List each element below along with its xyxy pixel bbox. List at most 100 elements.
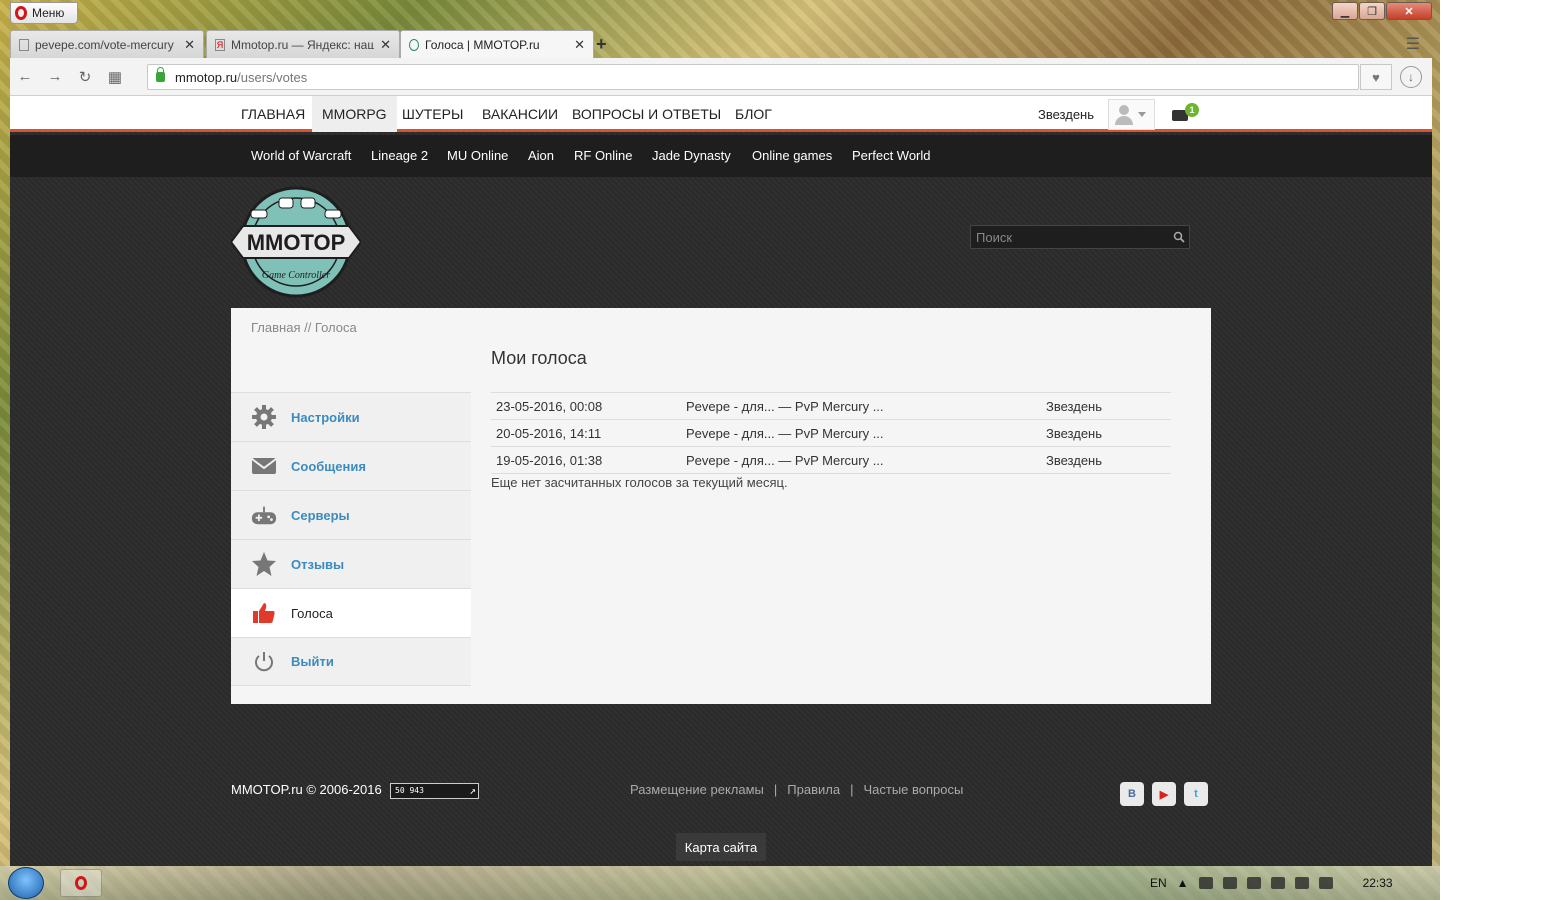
app-tray-icon[interactable]	[1222, 877, 1237, 889]
visitor-counter[interactable]: 50 943 ↗	[390, 783, 479, 799]
vote-server-link[interactable]: Pevepe - для... — PvP Mercury ...	[681, 446, 1041, 474]
nav-qa[interactable]: ВОПРОСЫ И ОТВЕТЫ	[562, 96, 731, 132]
footer-links: Размещение рекламы | Правила | Частые во…	[630, 782, 963, 797]
loading-icon	[409, 38, 419, 51]
search-icon[interactable]	[1169, 231, 1189, 243]
volume-icon[interactable]	[1318, 877, 1333, 889]
game-link-mu-online[interactable]: MU Online	[447, 135, 508, 177]
tray-expand-icon[interactable]: ▲	[1177, 876, 1189, 890]
page-viewport: ГЛАВНАЯ MMORPG ШУТЕРЫ ВАКАНСИИ ВОПРОСЫ И…	[10, 96, 1432, 866]
browser-window: Меню ▁ ❐ ✕ pevepe.com/vote-mercury ✕ Я M…	[10, 0, 1432, 866]
game-link-jade-dynasty[interactable]: Jade Dynasty	[652, 135, 731, 177]
sitemap-button[interactable]: Карта сайта	[676, 833, 766, 861]
footer-link-rules[interactable]: Правила	[787, 782, 840, 797]
address-bar[interactable]: mmotop.ru/users/votes	[147, 64, 1359, 90]
sidebar-item-label: Серверы	[291, 507, 350, 523]
system-tray: EN ▲ 22:33	[1150, 866, 1393, 900]
sidebar-item-logout[interactable]: Выйти	[231, 637, 471, 686]
mmotop-logo[interactable]: MMOTOP Game Controller	[231, 186, 361, 298]
opera-menu-button[interactable]: Меню	[10, 2, 78, 24]
username-link[interactable]: Звездень	[1038, 107, 1094, 122]
windows-taskbar: EN ▲ 22:33	[0, 866, 1440, 900]
flag-icon[interactable]	[1198, 877, 1213, 889]
sidebar-item-servers[interactable]: Серверы	[231, 490, 471, 539]
tab-label: Голоса | MMOTOP.ru	[425, 37, 540, 52]
game-link-wow[interactable]: World of Warcraft	[251, 135, 351, 177]
forward-icon[interactable]: →	[40, 68, 70, 85]
tab-close-icon[interactable]: ✕	[380, 37, 391, 53]
minimize-button[interactable]: ▁	[1332, 2, 1358, 20]
logo-text: MMOTOP	[247, 230, 346, 255]
user-avatar-dropdown[interactable]	[1108, 99, 1155, 130]
power-icon	[251, 649, 277, 675]
nav-blog[interactable]: БЛОГ	[725, 96, 782, 132]
speed-dial-icon[interactable]: ▦	[100, 68, 130, 86]
clock[interactable]: 22:33	[1363, 876, 1393, 890]
page-icon	[19, 38, 29, 51]
divider: |	[850, 782, 854, 797]
bookmark-heart-icon[interactable]: ♥	[1360, 64, 1392, 90]
logo-subtext: Game Controller	[262, 270, 330, 281]
bluetooth-icon[interactable]	[1270, 877, 1285, 889]
table-row: 20-05-2016, 14:11 Pevepe - для... — PvP …	[491, 419, 1171, 447]
mail-count-badge: 1	[1185, 103, 1199, 117]
vote-server-link[interactable]: Pevepe - для... — PvP Mercury ...	[681, 392, 1041, 420]
breadcrumb[interactable]: Главная // Голоса	[251, 320, 357, 335]
maximize-button[interactable]: ❐	[1359, 2, 1385, 20]
tab-menu-icon[interactable]: ☰	[1406, 34, 1420, 54]
sidebar-item-label: Голоса	[291, 605, 333, 621]
game-link-perfect-world[interactable]: Perfect World	[852, 135, 931, 177]
gear-icon	[251, 404, 277, 430]
vote-date: 23-05-2016, 00:08	[491, 392, 681, 420]
site-top-nav: ГЛАВНАЯ MMORPG ШУТЕРЫ ВАКАНСИИ ВОПРОСЫ И…	[10, 96, 1432, 132]
vote-server-link[interactable]: Pevepe - для... — PvP Mercury ...	[681, 419, 1041, 447]
tab-close-icon[interactable]: ✕	[574, 37, 585, 53]
tab-close-icon[interactable]: ✕	[184, 37, 195, 53]
votes-note: Еще нет засчитанных голосов за текущий м…	[491, 475, 788, 490]
download-icon[interactable]: ↓	[1400, 66, 1422, 88]
game-link-aion[interactable]: Aion	[528, 135, 554, 177]
opera-logo-icon	[15, 6, 27, 20]
tab-mmotop-votes[interactable]: Голоса | MMOTOP.ru ✕	[400, 30, 594, 58]
footer-link-ads[interactable]: Размещение рекламы	[630, 782, 764, 797]
twitter-icon[interactable]: t	[1184, 782, 1208, 806]
close-window-button[interactable]: ✕	[1386, 2, 1432, 20]
tab-pevepe[interactable]: pevepe.com/vote-mercury ✕	[10, 30, 204, 58]
search-input[interactable]: Поиск	[970, 225, 1190, 249]
vk-icon[interactable]: В	[1120, 782, 1144, 806]
game-link-online-games[interactable]: Online games	[752, 135, 832, 177]
sidebar-item-votes[interactable]: Голоса	[231, 588, 471, 637]
network-icon[interactable]	[1294, 877, 1309, 889]
nav-main[interactable]: ГЛАВНАЯ	[231, 96, 315, 132]
sidebar-item-messages[interactable]: Сообщения	[231, 441, 471, 490]
window-controls: ▁ ❐ ✕	[1332, 2, 1432, 20]
sidebar-item-label: Настройки	[291, 409, 360, 425]
sidebar-item-settings[interactable]: Настройки	[231, 392, 471, 441]
sidebar-item-label: Сообщения	[291, 458, 366, 474]
chevron-down-icon	[1138, 112, 1146, 117]
reload-icon[interactable]: ↻	[70, 68, 100, 86]
language-indicator[interactable]: EN	[1150, 876, 1167, 890]
vote-date: 19-05-2016, 01:38	[491, 446, 681, 474]
vote-user[interactable]: Звездень	[1041, 392, 1171, 420]
table-row: 19-05-2016, 01:38 Pevepe - для... — PvP …	[491, 446, 1171, 474]
youtube-icon[interactable]: ▶	[1152, 782, 1176, 806]
avatar-icon	[1114, 104, 1134, 126]
opera-logo-icon	[75, 876, 87, 890]
nav-shooters[interactable]: ШУТЕРЫ	[392, 96, 473, 132]
game-link-rf-online[interactable]: RF Online	[574, 135, 633, 177]
menu-label: Меню	[32, 6, 65, 20]
vote-user[interactable]: Звездень	[1041, 446, 1171, 474]
sidebar-item-reviews[interactable]: Отзывы	[231, 539, 471, 588]
start-button[interactable]	[8, 867, 44, 899]
taskbar-opera-button[interactable]	[60, 869, 102, 897]
nav-vacancies[interactable]: ВАКАНСИИ	[472, 96, 568, 132]
back-icon[interactable]: ←	[10, 68, 40, 85]
game-link-lineage2[interactable]: Lineage 2	[371, 135, 428, 177]
nav-mmorpg[interactable]: MMORPG	[312, 96, 397, 132]
footer-link-faq[interactable]: Частые вопросы	[863, 782, 963, 797]
windows-icon[interactable]	[1246, 877, 1261, 889]
new-tab-button[interactable]: +	[596, 34, 607, 55]
tab-yandex[interactable]: Я Mmotop.ru — Яндекс: наш ✕	[206, 30, 400, 58]
vote-user[interactable]: Звездень	[1041, 419, 1171, 447]
